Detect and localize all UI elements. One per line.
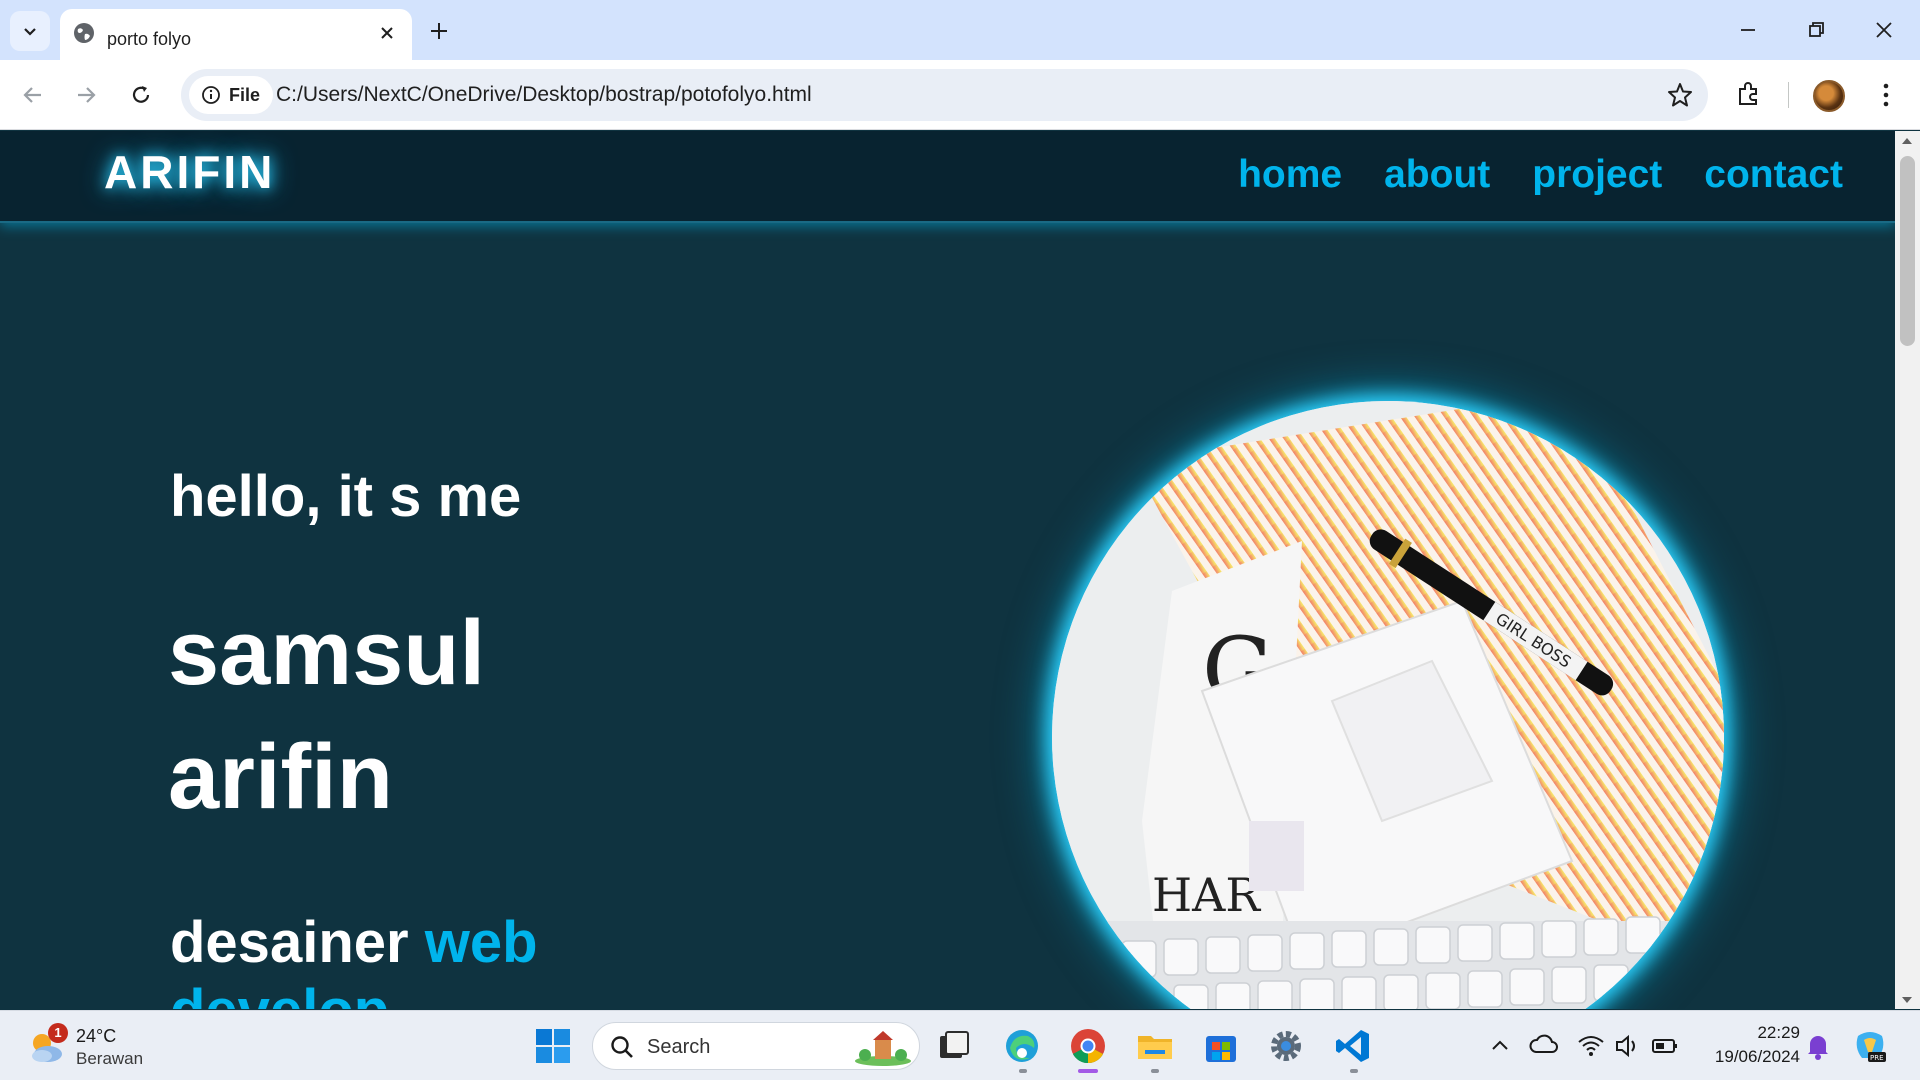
weather-widget[interactable]: 1 24°C Berawan	[26, 1023, 186, 1069]
window-close-icon[interactable]	[1868, 14, 1900, 46]
scroll-up-arrow-icon[interactable]	[1902, 138, 1912, 144]
restore-icon[interactable]	[1800, 14, 1832, 46]
forward-arrow-icon[interactable]	[68, 77, 104, 113]
globe-icon	[74, 23, 94, 43]
site-info-chip[interactable]: File	[189, 76, 273, 114]
clock-time: 22:29	[1757, 1023, 1800, 1042]
svg-text:PRE: PRE	[1870, 1054, 1884, 1062]
browser-toolbar: File C:/Users/NextC/OneDrive/Desktop/bos…	[0, 60, 1920, 130]
back-arrow-icon[interactable]	[15, 77, 51, 113]
url-text[interactable]: C:/Users/NextC/OneDrive/Desktop/bostrap/…	[276, 83, 812, 107]
notification-bell-icon[interactable]	[1804, 1026, 1832, 1066]
desk-photo-illustration: G HAR GIRL BOSS	[1052, 401, 1724, 1009]
extensions-puzzle-icon[interactable]	[1733, 77, 1765, 109]
tab-title: porto folyo	[107, 29, 192, 49]
weather-condition: Berawan	[76, 1049, 144, 1068]
close-icon[interactable]	[376, 22, 398, 44]
vscode-running-indicator	[1350, 1069, 1358, 1073]
nav-link-home[interactable]: home	[1238, 153, 1342, 197]
vscode-icon[interactable]	[1333, 1026, 1373, 1066]
search-highlight-illustration-icon	[855, 1031, 911, 1066]
hero-role: desainer web develop	[170, 909, 650, 1009]
browser-tab-strip: porto folyo	[0, 0, 1920, 60]
site-chip-label: File	[229, 84, 261, 105]
minimize-icon[interactable]	[1732, 14, 1764, 46]
search-icon	[611, 1036, 633, 1058]
battery-icon[interactable]	[1650, 1026, 1680, 1066]
page-viewport: ARIFIN home about project contact hello,…	[0, 131, 1895, 1009]
svg-text:HAR: HAR	[1152, 868, 1261, 922]
clock-date: 19/06/2024	[1714, 1047, 1800, 1066]
file-explorer-icon[interactable]	[1135, 1026, 1175, 1066]
site-nav: home about project contact	[1238, 153, 1843, 197]
microsoft-store-icon[interactable]	[1201, 1026, 1241, 1066]
active-tab[interactable]: porto folyo	[60, 9, 412, 60]
windows-taskbar: 1 24°C Berawan Search 22:29 19/06/2024 P…	[0, 1010, 1920, 1080]
hero-name-first: samsul	[168, 602, 486, 704]
chevron-up-icon[interactable]	[1486, 1026, 1514, 1066]
explorer-running-indicator	[1151, 1069, 1159, 1073]
edge-running-indicator	[1019, 1069, 1027, 1073]
tab-search-button[interactable]	[10, 11, 50, 51]
info-icon	[202, 86, 220, 104]
reload-icon[interactable]	[123, 77, 159, 113]
address-bar[interactable]: File C:/Users/NextC/OneDrive/Desktop/bos…	[181, 69, 1708, 121]
notification-badge: 1	[48, 1023, 68, 1043]
wifi-icon[interactable]	[1576, 1026, 1606, 1066]
windows-start-icon[interactable]	[533, 1026, 573, 1066]
chrome-browser-icon[interactable]	[1068, 1026, 1108, 1066]
role-prefix: desainer	[170, 910, 409, 975]
weather-temperature: 24°C	[76, 1026, 117, 1046]
scrollbar-thumb[interactable]	[1900, 156, 1915, 346]
site-header: ARIFIN home about project contact	[0, 131, 1895, 223]
site-logo[interactable]: ARIFIN	[104, 145, 275, 199]
scroll-down-arrow-icon[interactable]	[1902, 997, 1912, 1003]
profile-avatar[interactable]	[1813, 80, 1845, 112]
taskbar-search-box[interactable]: Search	[592, 1022, 920, 1070]
bookmark-star-icon[interactable]	[1666, 81, 1694, 109]
hero-greeting: hello, it s me	[170, 464, 522, 529]
search-label: Search	[647, 1036, 711, 1058]
chevron-down-icon	[24, 28, 36, 36]
onedrive-cloud-icon[interactable]	[1528, 1026, 1560, 1066]
chrome-active-indicator	[1078, 1069, 1098, 1073]
more-menu-icon[interactable]	[1876, 77, 1896, 113]
page-scrollbar[interactable]	[1895, 131, 1920, 1009]
task-view-icon[interactable]	[934, 1026, 974, 1066]
nav-link-about[interactable]: about	[1384, 153, 1490, 197]
system-clock[interactable]: 22:29 19/06/2024	[1700, 1021, 1800, 1069]
hero-name-last: arifin	[168, 726, 393, 828]
nav-link-contact[interactable]: contact	[1704, 153, 1843, 197]
hero-profile-photo: G HAR GIRL BOSS	[1052, 401, 1724, 1009]
new-tab-plus-icon[interactable]	[423, 15, 455, 47]
toolbar-divider	[1788, 82, 1789, 108]
copilot-icon[interactable]: PRE	[1850, 1026, 1890, 1066]
settings-gear-icon[interactable]	[1266, 1026, 1306, 1066]
nav-link-project[interactable]: project	[1532, 153, 1662, 197]
speaker-volume-icon[interactable]	[1613, 1026, 1643, 1066]
edge-browser-icon[interactable]	[1002, 1026, 1042, 1066]
